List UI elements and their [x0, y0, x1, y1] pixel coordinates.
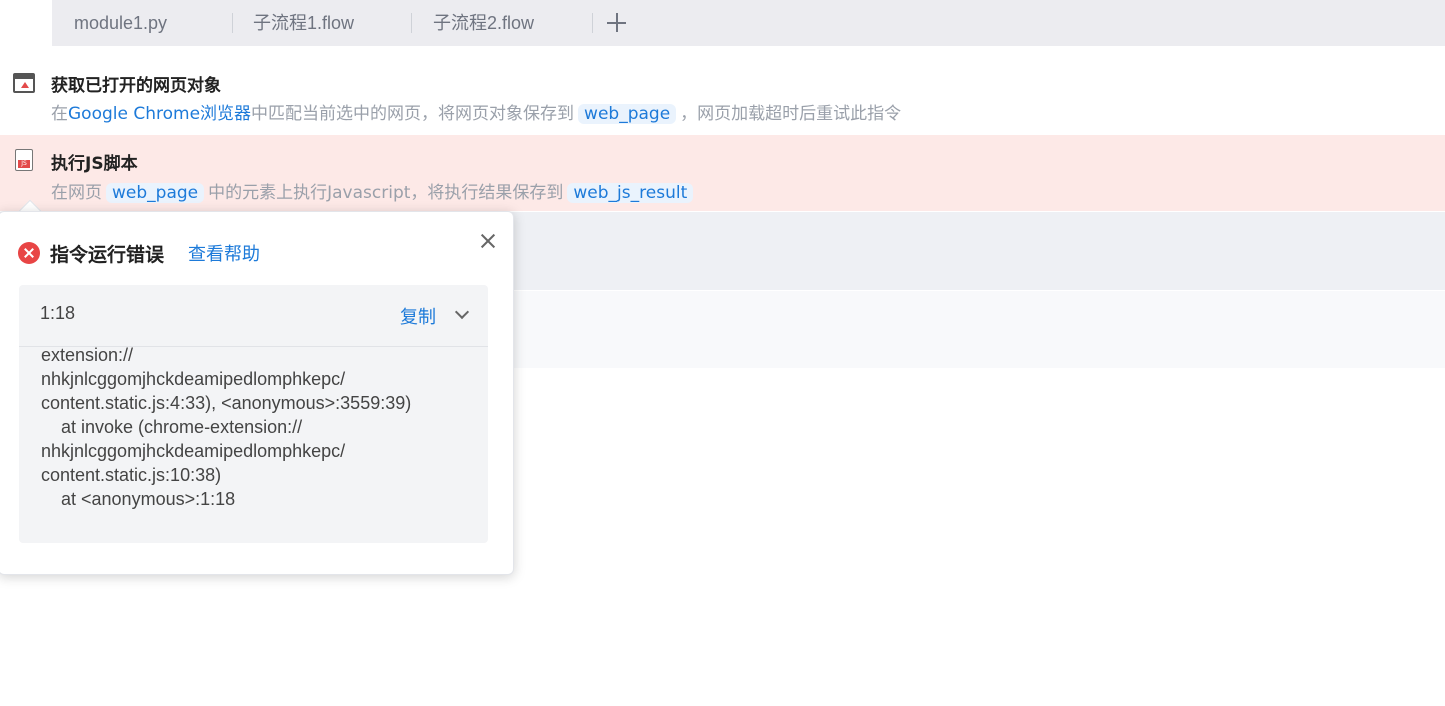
js-file-icon: JS — [15, 149, 33, 171]
error-icon — [18, 242, 40, 264]
error-popover: 指令运行错误 查看帮助 1:18 复制 extension:// nhkjnlc… — [0, 211, 514, 575]
tab-separator — [592, 13, 593, 33]
trace-line: at invoke (chrome-extension:// — [41, 417, 303, 437]
trace-line: content.static.js:4:33), <anonymous>:355… — [41, 393, 412, 413]
step-title: 获取已打开的网页对象 — [51, 76, 221, 96]
error-stack-trace[interactable]: extension:// nhkjnlcggomjhckdeamipedlomp… — [41, 343, 481, 533]
chevron-down-icon[interactable] — [454, 304, 470, 320]
variable-chip: web_page — [106, 183, 205, 203]
add-tab-icon[interactable] — [604, 8, 630, 38]
view-help-link[interactable]: 查看帮助 — [188, 240, 260, 266]
copy-button[interactable]: 复制 — [400, 303, 436, 329]
tab-subflow2[interactable]: 子流程2.flow — [433, 0, 534, 46]
trace-line: extension:// — [41, 345, 134, 365]
error-detail-box: 1:18 复制 extension:// nhkjnlcggomjhckdeam… — [19, 285, 488, 543]
variable-chip: web_js_result — [567, 183, 694, 203]
trace-line: nhkjnlcggomjhckdeamipedlomphkepc/ — [41, 369, 346, 389]
trace-line: content.static.js:10:38) — [41, 465, 222, 485]
step-title: 执行JS脚本 — [51, 154, 138, 174]
error-location: 1:18 — [40, 303, 76, 323]
flow-step-run-js[interactable]: JS 执行JS脚本 在网页 web_page 中的元素上执行Javascript，将… — [0, 135, 1445, 211]
trace-line: at <anonymous>:1:18 — [41, 489, 236, 509]
browser-name: Google Chrome浏览器 — [68, 104, 252, 124]
tab-subflow1[interactable]: 子流程1.flow — [253, 0, 354, 46]
tab-separator — [411, 13, 412, 33]
browser-window-icon — [13, 73, 35, 93]
variable-chip: web_page — [578, 104, 677, 124]
step-description: 在Google Chrome浏览器中匹配当前选中的网页，将网页对象保存到 web_… — [51, 104, 902, 124]
step-description: 在网页 web_page 中的元素上执行Javascript，将执行结果保存到 web… — [51, 178, 697, 203]
tab-bar: module1.py 子流程1.flow 子流程2.flow — [0, 0, 1445, 46]
trace-line: nhkjnlcggomjhckdeamipedlomphkepc/ — [41, 441, 346, 461]
tab-separator — [232, 13, 233, 33]
flow-step-get-webpage[interactable]: 获取已打开的网页对象 在Google Chrome浏览器中匹配当前选中的网页，将… — [0, 58, 1445, 134]
tab-active-main[interactable] — [0, 0, 52, 46]
error-detail-header: 1:18 复制 — [19, 285, 488, 347]
tab-module1[interactable]: module1.py — [74, 0, 167, 46]
popover-title: 指令运行错误 — [50, 244, 165, 266]
close-icon[interactable] — [477, 230, 499, 252]
